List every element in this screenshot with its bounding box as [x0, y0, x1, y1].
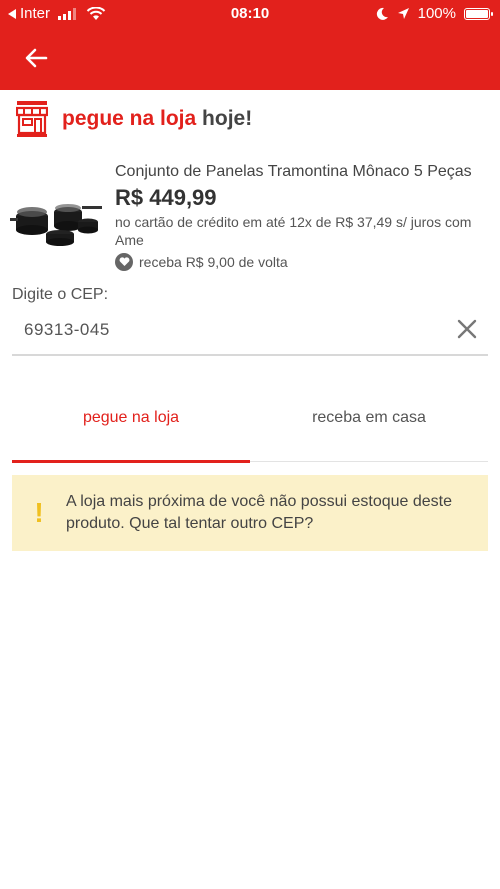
cep-label: Digite o CEP:	[12, 286, 109, 303]
location-icon	[397, 8, 409, 19]
page-title-accent: pegue na loja	[62, 107, 197, 130]
cep-input[interactable]	[24, 320, 424, 340]
cashback-text: receba R$ 9,00 de volta	[139, 254, 288, 270]
store-icon	[16, 101, 48, 137]
tab-receba-em-casa[interactable]: receba em casa	[250, 392, 488, 461]
close-icon[interactable]	[456, 318, 478, 340]
warning-icon: !	[34, 497, 44, 528]
page-title-rest: hoje!	[202, 107, 253, 130]
tab-pegue-na-loja[interactable]: pegue na loja	[12, 392, 250, 463]
battery-percent: 100%	[417, 5, 456, 22]
product-installments: no cartão de crédito em até 12x de R$ 37…	[115, 214, 472, 248]
alert-message: A loja mais próxima de você não possui e…	[66, 491, 458, 535]
alert-line-2: produto. Que tal tentar outro CEP?	[66, 515, 314, 532]
cashback-info: receba R$ 9,00 de volta	[115, 253, 288, 271]
delivery-tabs: pegue na loja receba em casa	[12, 392, 488, 463]
arrow-left-icon[interactable]	[22, 44, 50, 72]
page-title-row: pegue na loja hoje!	[16, 100, 252, 138]
alert-line-1: A loja mais próxima de você não possui e…	[66, 493, 453, 510]
app-header: Inter 08:10 100%	[0, 0, 500, 90]
heart-icon	[115, 253, 133, 271]
product-name: Conjunto de Panelas Tramontina Mônaco 5 …	[115, 163, 472, 180]
moon-icon	[376, 7, 388, 20]
status-right: 100%	[375, 5, 493, 22]
battery-icon	[464, 7, 493, 20]
cep-field	[12, 312, 488, 356]
status-bar: Inter 08:10 100%	[0, 0, 500, 28]
product-image	[10, 204, 102, 246]
product-price: R$ 449,99	[115, 185, 217, 210]
page-title: pegue na loja hoje!	[62, 107, 252, 131]
stock-alert: ! A loja mais próxima de você não possui…	[12, 475, 488, 551]
